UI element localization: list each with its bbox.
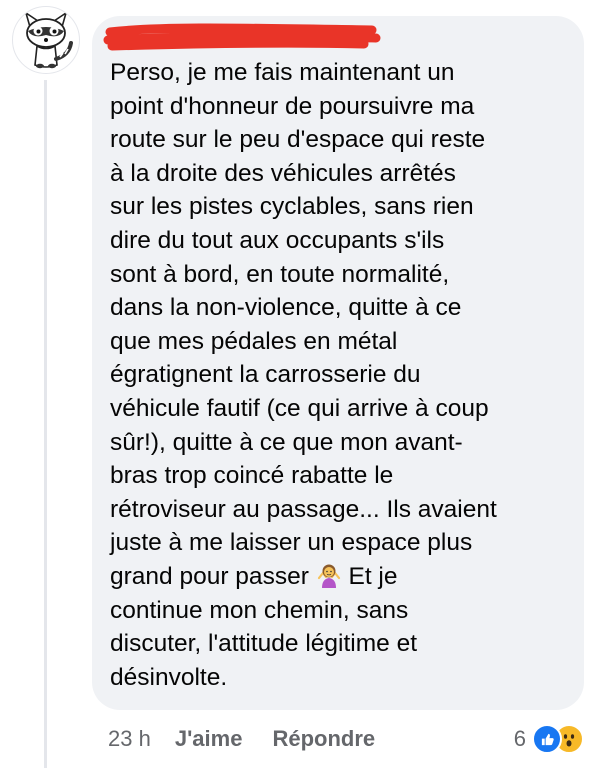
comment-timestamp[interactable]: 23 h bbox=[108, 726, 151, 752]
reactions-summary[interactable]: 6 bbox=[514, 724, 584, 754]
comment-text: Perso, je me fais maintenant un point d'… bbox=[110, 56, 570, 694]
person-shrugging-icon bbox=[316, 562, 342, 588]
redaction-scribble bbox=[102, 18, 382, 54]
comment-bubble: Perso, je me fais maintenant un point d'… bbox=[92, 16, 584, 710]
comment-text-part-1: Perso, je me fais maintenant un point d'… bbox=[110, 59, 497, 590]
reaction-count: 6 bbox=[513, 726, 526, 751]
reply-button[interactable]: Répondre bbox=[272, 726, 375, 752]
comment-actions: 23 h J'aime Répondre bbox=[108, 724, 405, 754]
thread-line bbox=[44, 80, 47, 768]
like-icon bbox=[532, 724, 562, 754]
like-button[interactable]: J'aime bbox=[175, 726, 243, 752]
raccoon-avatar-icon bbox=[24, 11, 73, 69]
avatar[interactable] bbox=[12, 6, 80, 74]
